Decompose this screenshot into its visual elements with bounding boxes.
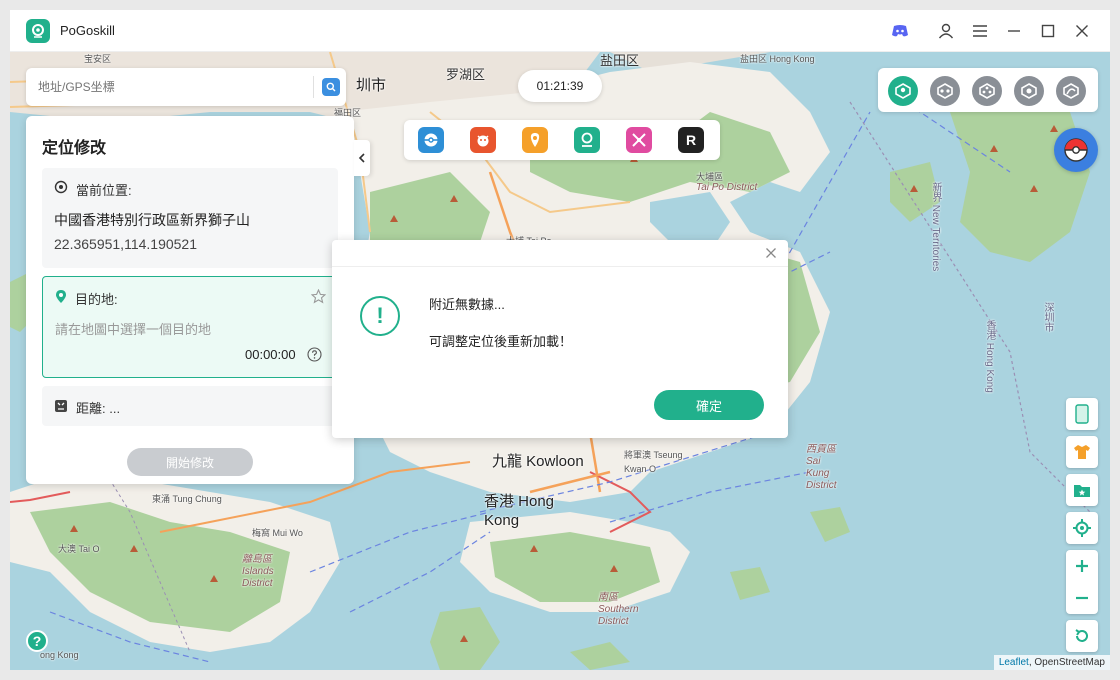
pin-icon [55,289,67,309]
search-icon[interactable] [322,78,340,96]
distance-label: 距離: ... [76,401,121,416]
location-panel: 定位修改 當前位置: 中國香港特別行政區新界獅子山 22.365951,114.… [26,116,354,484]
map-label-hk-vertical: 香港 Hong Kong [984,320,995,393]
map-label-baoan: 宝安区 [84,54,112,64]
joystick-mode-icon[interactable] [1014,76,1044,106]
map-label-mui-wo: 梅窩 Mui Wo [252,528,303,538]
search-bar [26,68,346,106]
current-location-card: 當前位置: 中國香港特別行政區新界獅子山 22.365951,114.19052… [42,168,338,268]
locate-me-icon[interactable] [1066,512,1098,544]
map-label-hk-island: 香港 Hong Kong [484,493,555,529]
multi-spot-mode-icon[interactable] [972,76,1002,106]
game-icon[interactable] [626,127,652,153]
user-icon[interactable] [935,20,957,42]
map-label-shenzhen-vertical: 深圳市 [1042,302,1053,332]
map-label-taipo-district: Tai Po District [696,182,758,193]
map-label-kowloon: 九龍 Kowloon [492,453,584,470]
current-address: 中國香港特別行政區新界獅子山 [54,212,250,228]
zoom-controls [1066,550,1098,614]
current-coords: 22.365951,114.190521 [54,236,197,252]
monster-hunter-icon[interactable] [470,127,496,153]
destination-time: 00:00:00 [245,347,296,362]
app-title: PoGoskill [60,23,115,38]
destination-label: 目的地: [75,292,118,307]
dialog-close-icon[interactable] [762,244,780,262]
warning-icon: ! [360,296,400,336]
map-label-yantian: 盐田区 [600,53,640,68]
dialog-divider [332,266,788,267]
search-divider [313,76,314,98]
search-input[interactable] [38,80,308,94]
help-circle-icon[interactable] [307,347,322,367]
help-icon[interactable]: ? [26,630,48,652]
r-app-icon[interactable]: R [678,127,704,153]
device-icon[interactable] [1066,398,1098,430]
ruler-icon [54,399,68,418]
app-logo-icon [26,19,50,43]
discord-icon[interactable] [889,20,911,42]
map-label-shenzhen: 圳市 [356,77,387,94]
location-icon[interactable] [574,127,600,153]
destination-placeholder: 請在地圖中選擇一個目的地 [55,322,212,337]
dialog-ok-button[interactable]: 確定 [654,390,764,420]
cooldown-timer: 01:21:39 [518,70,602,102]
saved-folder-icon[interactable] [1066,474,1098,506]
target-icon [54,180,68,199]
no-data-dialog: ! 附近無數據... 可調整定位後重新加載！ 確定 [332,240,788,438]
dialog-title: 附近無數據... [429,297,505,312]
destination-card[interactable]: 目的地: 請在地圖中選擇一個目的地 00:00:00 [42,276,338,378]
close-icon[interactable] [1071,20,1093,42]
teleport-mode-icon[interactable] [888,76,918,106]
leaflet-link[interactable]: Leaflet [999,657,1029,668]
route-mode-icon[interactable] [1056,76,1086,106]
mode-bar [878,68,1098,112]
map-label-luohu: 罗湖区 [446,67,486,82]
map-label-sai-kung-district: 西貢區 Sai Kung District [806,444,837,491]
map-label-tung-chung: 東涌 Tung Chung [152,494,222,504]
map-label-southern-district: 南區 Southern District [598,592,639,627]
maximize-icon[interactable] [1037,20,1059,42]
pikmin-icon[interactable] [522,127,548,153]
map-label-kong-road: ong Kong [40,650,79,660]
two-spot-mode-icon[interactable] [930,76,960,106]
zoom-in-icon[interactable] [1066,550,1098,582]
minimize-icon[interactable] [1003,20,1025,42]
map-label-tai-o: 大澳 Tai O [58,544,100,554]
zoom-out-icon[interactable] [1066,582,1098,614]
app-window: PoGoskill 宝安区 圳市 福田区 罗湖区 盐田区 盐田区 Hong Ko… [10,10,1110,670]
start-modify-button[interactable]: 開始修改 [127,448,253,476]
map-label-hongkong-yantian: 盐田区 Hong Kong [740,54,815,64]
map-label-islands-district: 離島區 Islands District [242,554,274,589]
reset-icon[interactable] [1066,620,1098,652]
panel-title: 定位修改 [42,140,107,157]
map-label-tseung-kwan-o: 將軍澳 Tseung Kwan O [624,450,683,474]
pokemon-go-icon[interactable] [418,127,444,153]
title-bar: PoGoskill [10,10,1110,52]
pokeball-icon[interactable] [1054,128,1098,172]
shirt-icon[interactable] [1066,436,1098,468]
map-attribution: Leaflet, OpenStreetMap [993,655,1110,670]
favorite-star-icon[interactable] [310,288,327,309]
app-shortcut-bar: R [404,120,720,160]
map-label-new-territories: 新界 New Territories [930,182,941,272]
dialog-message: 可調整定位後重新加載！ [429,334,573,349]
osm-credit: , OpenStreetMap [1028,657,1105,668]
current-location-label: 當前位置: [76,183,132,198]
distance-card: 距離: ... [42,386,338,426]
collapse-panel-button[interactable] [354,140,370,176]
menu-icon[interactable] [969,20,991,42]
